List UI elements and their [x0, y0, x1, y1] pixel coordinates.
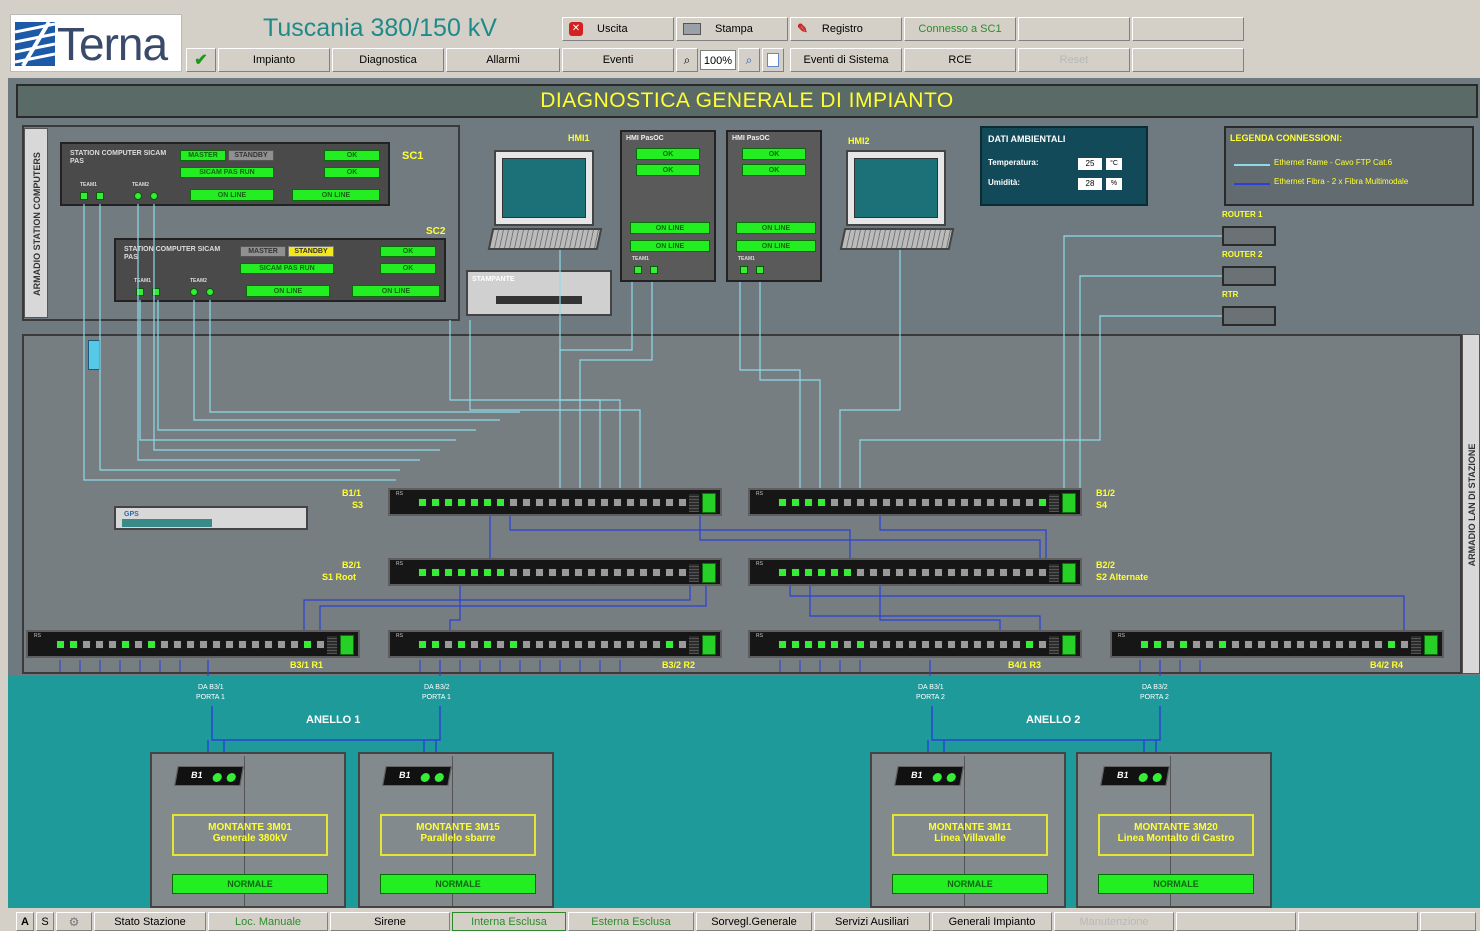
ring1-label: ANELLO 1: [306, 714, 361, 726]
port-label-3: DA B3/1: [918, 684, 944, 691]
led: [419, 773, 431, 782]
led: [211, 773, 223, 782]
bay-title-box: MONTANTE 3M20 Linea Montalto di Castro: [1098, 814, 1254, 856]
general-plant-button[interactable]: Generali Impianto: [932, 912, 1052, 931]
empty-footer-button-2[interactable]: [1298, 912, 1418, 931]
bay-3m11[interactable]: B1 MONTANTE 3M11 Linea Villavalle NORMAL…: [870, 752, 1066, 908]
bay-3m20[interactable]: B1 MONTANTE 3M20 Linea Montalto di Castr…: [1076, 752, 1272, 908]
empty-footer-button-3[interactable]: [1420, 912, 1476, 931]
bay-title-box: MONTANTE 3M15 Parallelo sbarre: [380, 814, 536, 856]
led: [1151, 773, 1163, 782]
internal-excluded-button[interactable]: Interna Esclusa: [452, 912, 566, 931]
bay-device-b1: B1: [174, 766, 244, 786]
bay-device-b1: B1: [382, 766, 452, 786]
bay-device-b1: B1: [894, 766, 964, 786]
footer-settings-button[interactable]: ⚙: [56, 912, 92, 931]
port-label-1b: PORTA 1: [196, 694, 225, 701]
bay-status: NORMALE: [1098, 874, 1254, 894]
bay-status: NORMALE: [380, 874, 536, 894]
external-excluded-button[interactable]: Esterna Esclusa: [568, 912, 694, 931]
port-label-3b: PORTA 2: [916, 694, 945, 701]
local-manual-button[interactable]: Loc. Manuale: [208, 912, 328, 931]
aux-services-button[interactable]: Servizi Ausiliari: [814, 912, 930, 931]
ring2-label: ANELLO 2: [1026, 714, 1081, 726]
led: [1137, 773, 1149, 782]
bay-3m01[interactable]: B1 MONTANTE 3M01 Generale 380kV NORMALE: [150, 752, 346, 908]
disabled-footer-button[interactable]: Manutenzione: [1054, 912, 1174, 931]
port-label-2b: PORTA 1: [422, 694, 451, 701]
port-label-2: DA B3/2: [424, 684, 450, 691]
bay-status: NORMALE: [172, 874, 328, 894]
empty-footer-button-1[interactable]: [1176, 912, 1296, 931]
port-label-1: DA B3/1: [198, 684, 224, 691]
port-label-4: DA B3/2: [1142, 684, 1168, 691]
general-watch-button[interactable]: Sorvegl.Generale: [696, 912, 812, 931]
gear-icon: ⚙: [68, 914, 80, 929]
led: [225, 773, 237, 782]
bay-title-box: MONTANTE 3M01 Generale 380kV: [172, 814, 328, 856]
bay-device-b1: B1: [1100, 766, 1170, 786]
bay-title-box: MONTANTE 3M11 Linea Villavalle: [892, 814, 1048, 856]
bay-3m15[interactable]: B1 MONTANTE 3M15 Parallelo sbarre NORMAL…: [358, 752, 554, 908]
led: [931, 773, 943, 782]
led: [433, 773, 445, 782]
led: [945, 773, 957, 782]
station-state-button[interactable]: Stato Stazione: [94, 912, 206, 931]
footer-a-button[interactable]: A: [16, 912, 34, 931]
siren-button[interactable]: Sirene: [330, 912, 450, 931]
port-label-4b: PORTA 2: [1140, 694, 1169, 701]
bay-status: NORMALE: [892, 874, 1048, 894]
footer-s-button[interactable]: S: [36, 912, 54, 931]
